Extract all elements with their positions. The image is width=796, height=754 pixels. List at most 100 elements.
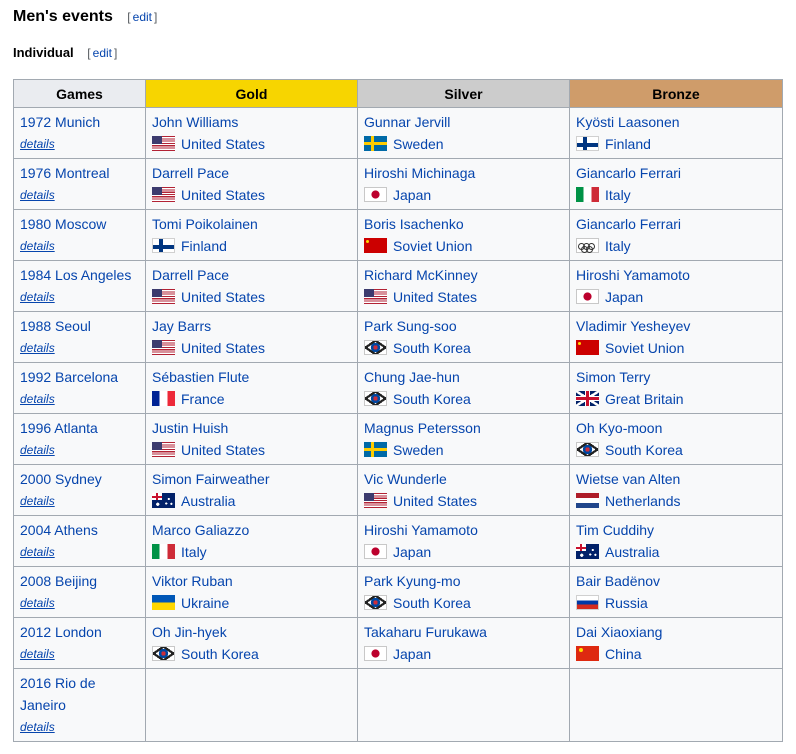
bronze-athlete-link[interactable]: Giancarlo Ferrari [576, 216, 681, 232]
details-link[interactable]: details [20, 490, 139, 512]
gold-cell: Tomi Poikolainen Finland [145, 209, 358, 261]
bronze-athlete-link[interactable]: Wietse van Alten [576, 471, 680, 487]
silver-country-link[interactable]: Sweden [393, 136, 444, 152]
games-link[interactable]: 2004 Athens [20, 522, 98, 538]
bronze-athlete-link[interactable]: Hiroshi Yamamoto [576, 267, 690, 283]
bronze-country-link[interactable]: Great Britain [605, 391, 684, 407]
details-link[interactable]: details [20, 716, 139, 738]
silver-athlete-link[interactable]: Richard McKinney [364, 267, 478, 283]
bronze-athlete-link[interactable]: Dai Xiaoxiang [576, 624, 662, 640]
bronze-athlete-link[interactable]: Oh Kyo-moon [576, 420, 662, 436]
silver-athlete-link[interactable]: Hiroshi Michinaga [364, 165, 475, 181]
silver-country-link[interactable]: United States [393, 289, 477, 305]
section-edit-link[interactable]: edit [131, 10, 154, 24]
silver-athlete-link[interactable]: Hiroshi Yamamoto [364, 522, 478, 538]
bronze-country-link[interactable]: Italy [605, 238, 631, 254]
bronze-athlete-link[interactable]: Kyösti Laasonen [576, 114, 680, 130]
games-link[interactable]: 2016 Rio de Janeiro [20, 675, 96, 713]
medal-table-body: 1972 Munich details John Williams United St… [13, 107, 783, 742]
bronze-athlete-link[interactable]: Bair Badënov [576, 573, 660, 589]
silver-athlete-link[interactable]: Gunnar Jervill [364, 114, 450, 130]
table-row: 1976 Montreal details Darrell Pace United S… [13, 158, 783, 210]
silver-country-link[interactable]: South Korea [393, 340, 471, 356]
gold-country-link[interactable]: United States [181, 289, 265, 305]
gold-athlete-link[interactable]: Darrell Pace [152, 267, 229, 283]
bronze-country-link[interactable]: Italy [605, 187, 631, 203]
silver-athlete-link[interactable]: Vic Wunderle [364, 471, 447, 487]
gold-athlete-link[interactable]: Viktor Ruban [152, 573, 233, 589]
details-link[interactable]: details [20, 388, 139, 410]
games-link[interactable]: 2000 Sydney [20, 471, 102, 487]
gold-country-link[interactable]: South Korea [181, 646, 259, 662]
details-link[interactable]: details [20, 286, 139, 308]
table-row: 1980 Moscow details Tomi Poikolainen Finlan… [13, 209, 783, 261]
gold-athlete-link[interactable]: Simon Fairweather [152, 471, 270, 487]
gold-country-link[interactable]: United States [181, 442, 265, 458]
gold-athlete-link[interactable]: Marco Galiazzo [152, 522, 249, 538]
details-link[interactable]: details [20, 541, 139, 563]
silver-athlete-link[interactable]: Magnus Petersson [364, 420, 481, 436]
silver-athlete-link[interactable]: Park Sung-soo [364, 318, 457, 334]
details-link[interactable]: details [20, 235, 139, 257]
gold-athlete-link[interactable]: Justin Huish [152, 420, 228, 436]
gold-country-link[interactable]: United States [181, 340, 265, 356]
bronze-country-link[interactable]: Russia [605, 595, 648, 611]
gold-athlete-link[interactable]: John Williams [152, 114, 238, 130]
details-link[interactable]: details [20, 643, 139, 665]
bronze-country-link[interactable]: Soviet Union [605, 340, 684, 356]
gold-country-link[interactable]: Italy [181, 544, 207, 560]
gold-country-link[interactable]: United States [181, 136, 265, 152]
silver-country-link[interactable]: Soviet Union [393, 238, 472, 254]
games-link[interactable]: 1980 Moscow [20, 216, 106, 232]
bronze-athlete-link[interactable]: Giancarlo Ferrari [576, 165, 681, 181]
details-link[interactable]: details [20, 184, 139, 206]
details-link[interactable]: details [20, 337, 139, 359]
silver-athlete-link[interactable]: Chung Jae-hun [364, 369, 460, 385]
bronze-athlete-link[interactable]: Tim Cuddihy [576, 522, 654, 538]
details-link[interactable]: details [20, 439, 139, 461]
gold-athlete-link[interactable]: Darrell Pace [152, 165, 229, 181]
gold-athlete-link[interactable]: Sébastien Flute [152, 369, 249, 385]
silver-country-link[interactable]: Sweden [393, 442, 444, 458]
silver-country-link[interactable]: South Korea [393, 391, 471, 407]
subsection-edit-link[interactable]: edit [91, 46, 114, 60]
silver-country-link[interactable]: Japan [393, 187, 431, 203]
bronze-country-link[interactable]: Netherlands [605, 493, 681, 509]
table-row: 1984 Los Angeles details Darrell Pace Unite… [13, 260, 783, 312]
silver-athlete-link[interactable]: Park Kyung-mo [364, 573, 460, 589]
silver-country-link[interactable]: Japan [393, 544, 431, 560]
details-link[interactable]: details [20, 592, 139, 614]
silver-country-link[interactable]: South Korea [393, 595, 471, 611]
bronze-country-link[interactable]: China [605, 646, 642, 662]
gold-country-link[interactable]: Ukraine [181, 595, 229, 611]
gold-country-link[interactable]: France [181, 391, 225, 407]
silver-country-link[interactable]: Japan [393, 646, 431, 662]
gold-country-link[interactable]: Australia [181, 493, 235, 509]
gold-athlete-link[interactable]: Tomi Poikolainen [152, 216, 258, 232]
silver-athlete-link[interactable]: Takaharu Furukawa [364, 624, 487, 640]
games-link[interactable]: 1996 Atlanta [20, 420, 98, 436]
us-flag-icon [152, 289, 175, 304]
details-link[interactable]: details [20, 133, 139, 155]
gold-country-link[interactable]: Finland [181, 238, 227, 254]
bronze-athlete-link[interactable]: Simon Terry [576, 369, 650, 385]
games-link[interactable]: 2012 London [20, 624, 102, 640]
games-link[interactable]: 2008 Beijing [20, 573, 97, 589]
bronze-country-link[interactable]: Australia [605, 544, 659, 560]
bronze-country-link[interactable]: South Korea [605, 442, 683, 458]
silver-country-link[interactable]: United States [393, 493, 477, 509]
gold-athlete-link[interactable]: Jay Barrs [152, 318, 211, 334]
bronze-country-link[interactable]: Japan [605, 289, 643, 305]
games-cell: 1992 Barcelona details [13, 362, 146, 414]
games-cell: 1972 Munich details [13, 107, 146, 159]
games-link[interactable]: 1984 Los Angeles [20, 267, 131, 283]
games-link[interactable]: 1972 Munich [20, 114, 100, 130]
games-link[interactable]: 1988 Seoul [20, 318, 91, 334]
silver-athlete-link[interactable]: Boris Isachenko [364, 216, 464, 232]
games-link[interactable]: 1976 Montreal [20, 165, 110, 181]
gold-country-link[interactable]: United States [181, 187, 265, 203]
bronze-country-link[interactable]: Finland [605, 136, 651, 152]
bronze-athlete-link[interactable]: Vladimir Yesheyev [576, 318, 690, 334]
games-link[interactable]: 1992 Barcelona [20, 369, 118, 385]
gold-athlete-link[interactable]: Oh Jin-hyek [152, 624, 227, 640]
